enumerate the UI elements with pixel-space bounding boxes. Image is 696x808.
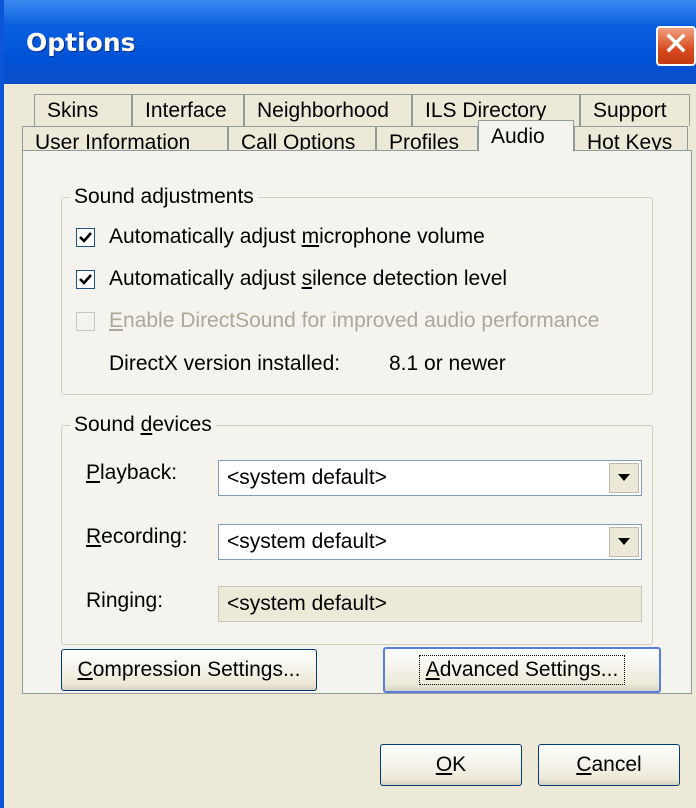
dialog-client: Skins Interface Neighborhood ILS Directo… (8, 84, 696, 808)
tab-support[interactable]: Support (580, 94, 690, 126)
auto-silence-detection-label: Automatically adjust silence detection l… (109, 267, 508, 290)
window-title: Options (26, 28, 136, 57)
advanced-settings-button[interactable]: Advanced Settings... (383, 647, 661, 693)
close-icon (665, 32, 687, 60)
tab-interface[interactable]: Interface (132, 94, 244, 126)
ringing-value: <system default> (227, 592, 387, 615)
sound-devices-group: Sound devices Playback: <system default>… (61, 412, 653, 645)
chevron-down-icon (618, 538, 630, 545)
options-dialog: Options Skins Interface Neighborhood ILS… (0, 0, 696, 808)
playback-value: <system default> (227, 466, 387, 489)
tab-label: Interface (145, 99, 227, 122)
tab-hot-keys[interactable]: Hot Keys (574, 126, 688, 154)
tab-skins[interactable]: Skins (34, 94, 132, 126)
sound-adjustments-group: Sound adjustments Automatically adjust m… (61, 184, 653, 395)
tab-label: Support (593, 99, 667, 122)
tab-label: Neighborhood (257, 99, 389, 122)
sound-adjustments-label: Sound adjustments (70, 184, 258, 210)
ringing-field: <system default> (218, 586, 642, 622)
audio-tab-panel: Sound adjustments Automatically adjust m… (22, 150, 692, 694)
playback-select[interactable]: <system default> (218, 460, 642, 496)
recording-label: Recording: (86, 525, 188, 548)
tab-neighborhood[interactable]: Neighborhood (244, 94, 412, 126)
close-button[interactable] (656, 26, 696, 66)
checkbox-box (76, 311, 95, 331)
checkmark-icon (79, 273, 92, 285)
sound-devices-label: Sound devices (70, 412, 216, 438)
checkbox-box[interactable] (76, 269, 95, 289)
tab-call-options[interactable]: Call Options (228, 126, 376, 154)
auto-silence-detection-checkbox[interactable]: Automatically adjust silence detection l… (76, 266, 507, 292)
dropdown-arrow-button[interactable] (609, 463, 639, 493)
playback-label: Playback: (86, 461, 178, 484)
cancel-button[interactable]: Cancel (538, 744, 680, 786)
ok-label: OK (435, 753, 467, 776)
chevron-down-icon (618, 474, 630, 481)
tab-label: Skins (47, 99, 99, 122)
dropdown-arrow-button[interactable] (609, 527, 639, 557)
auto-mic-volume-label: Automatically adjust microphone volume (109, 225, 485, 248)
directx-version-value: 8.1 or newer (389, 352, 506, 375)
tab-label: Audio (491, 125, 545, 148)
directx-version-label: DirectX version installed: (109, 352, 341, 375)
compression-settings-button[interactable]: Compression Settings... (61, 649, 317, 691)
ringing-label: Ringing: (86, 589, 164, 612)
auto-mic-volume-checkbox[interactable]: Automatically adjust microphone volume (76, 224, 485, 250)
tab-label: ILS Directory (425, 99, 547, 122)
ok-button[interactable]: OK (380, 744, 522, 786)
advanced-settings-label: Advanced Settings... (418, 655, 626, 685)
checkmark-icon (79, 231, 92, 243)
recording-value: <system default> (227, 530, 387, 553)
enable-directsound-checkbox: Enable DirectSound for improved audio pe… (76, 308, 599, 334)
tab-audio[interactable]: Audio (478, 120, 574, 152)
compression-settings-label: Compression Settings... (77, 658, 301, 681)
cancel-label: Cancel (576, 753, 642, 776)
tab-profiles[interactable]: Profiles (376, 126, 478, 154)
recording-select[interactable]: <system default> (218, 524, 642, 560)
enable-directsound-label: Enable DirectSound for improved audio pe… (109, 309, 600, 332)
checkbox-box[interactable] (76, 227, 95, 247)
title-bar[interactable]: Options (4, 0, 696, 84)
tab-user-information[interactable]: User Information (22, 126, 228, 154)
